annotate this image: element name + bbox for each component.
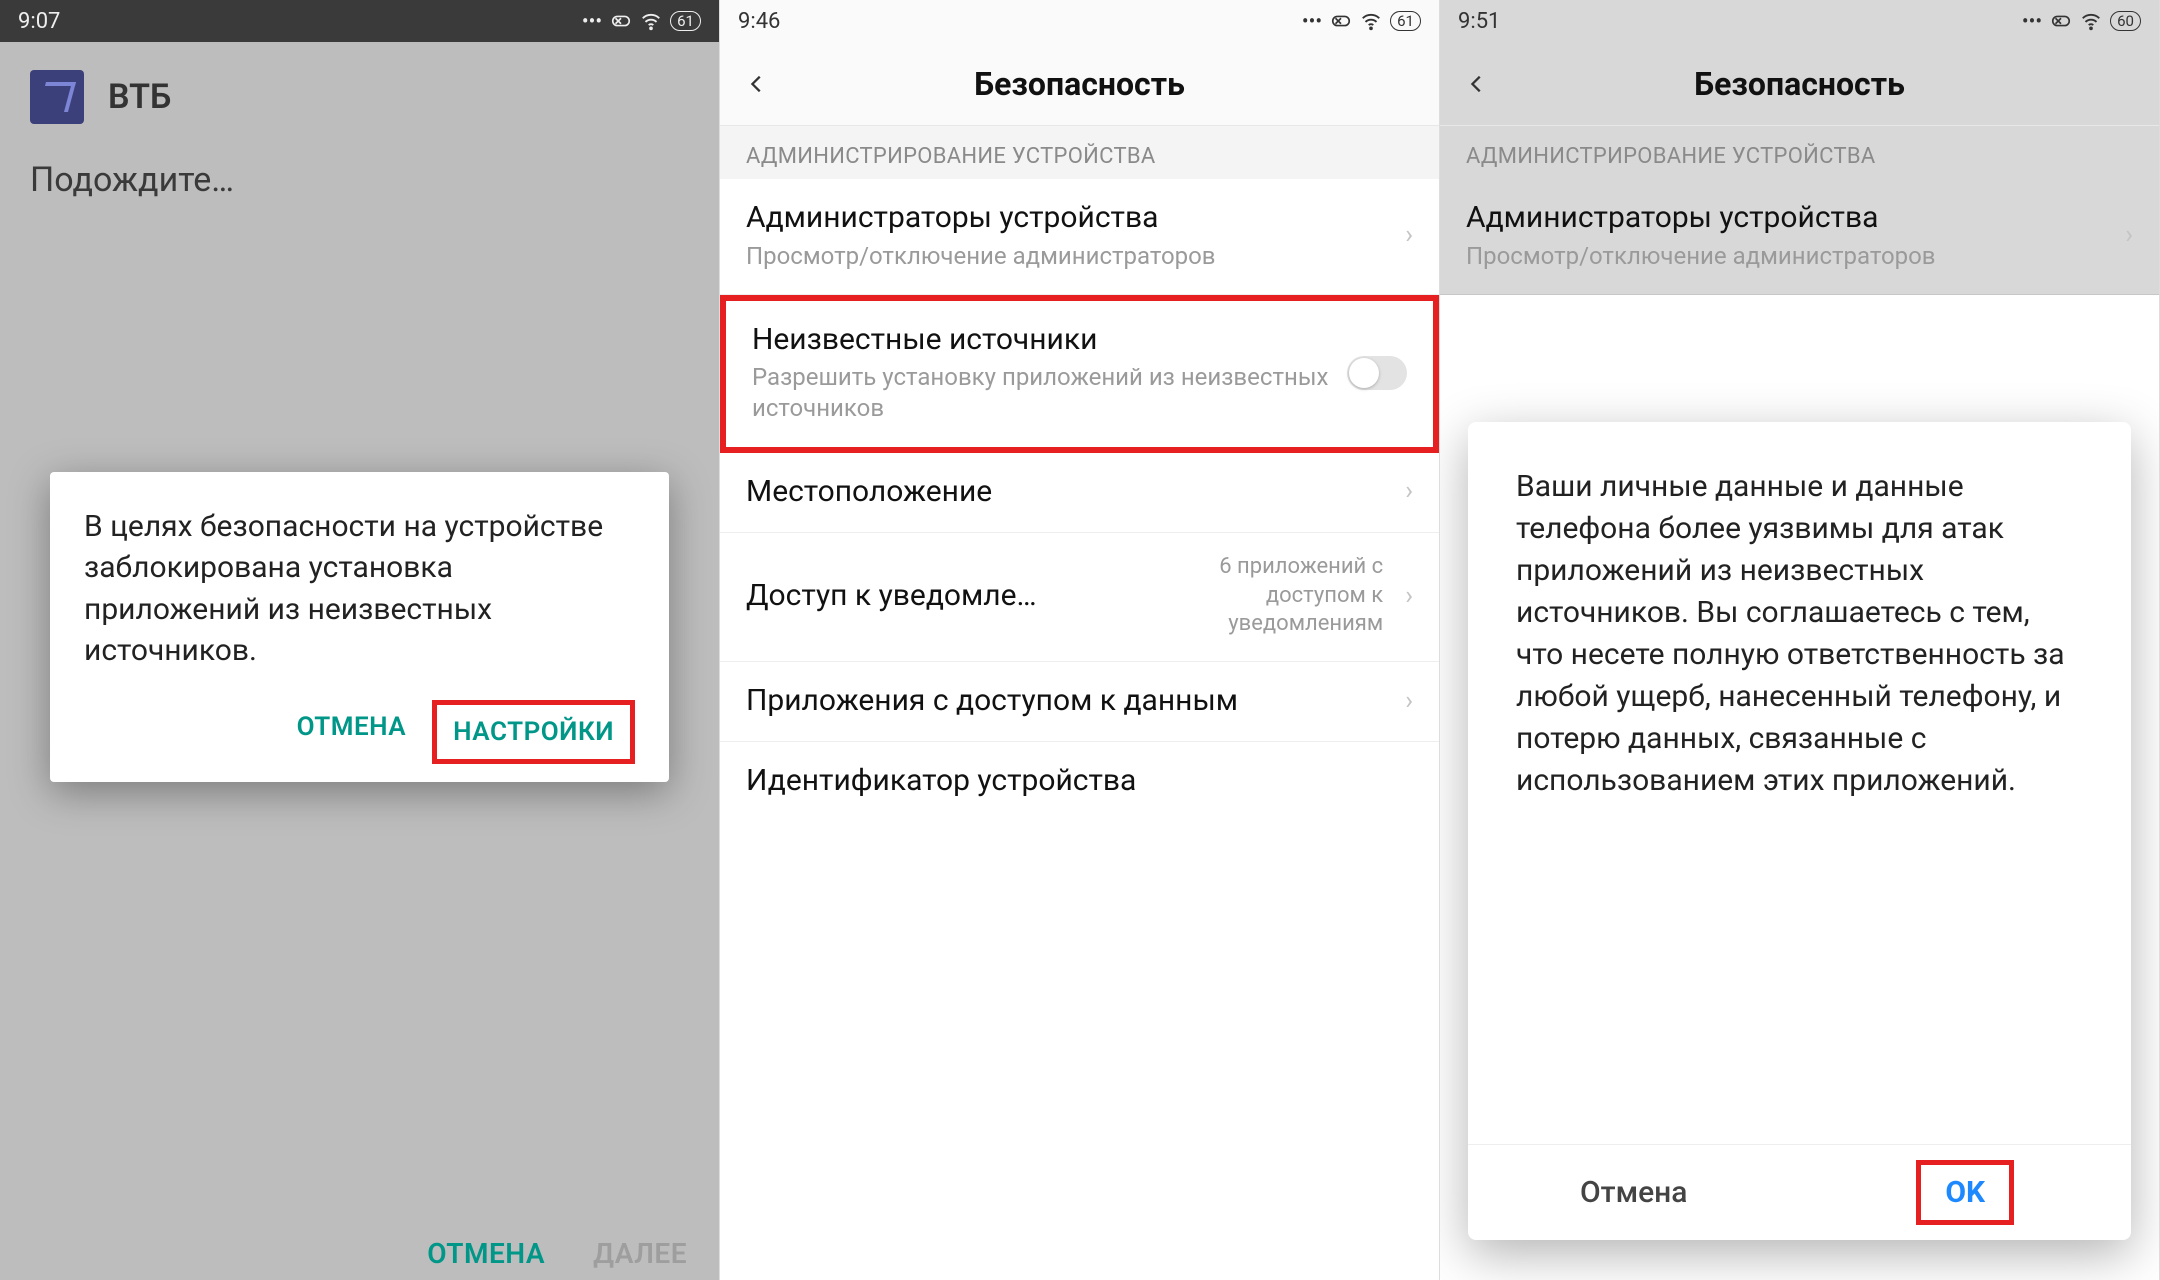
installer-bottom-actions: ОТМЕНА ДАЛЕЕ [427, 1237, 687, 1270]
page-title: Безопасность [974, 65, 1185, 103]
status-right: ••• 60 [2022, 9, 2141, 33]
unknown-sources-item[interactable]: Неизвестные источники Разрешить установк… [720, 295, 1439, 453]
unknown-sources-confirm-dialog: Ваши личные данные и данные телефона бол… [1468, 422, 2131, 1240]
dialog-actions: ОТМЕНА НАСТРОЙКИ [84, 700, 635, 764]
notification-access-item[interactable]: Доступ к уведомле… 6 приложений с доступ… [720, 533, 1439, 662]
settings-list: АДМИНИСТРИРОВАНИЕ УСТРОЙСТВА Администрат… [720, 126, 1439, 1280]
back-button[interactable] [736, 54, 778, 114]
item-title: Идентификатор устройства [746, 762, 1413, 800]
chevron-right-icon: › [1405, 581, 1413, 611]
item-title: Местоположение [746, 473, 1383, 511]
status-bar: 9:07 ••• 61 [0, 0, 719, 42]
back-button[interactable] [1456, 54, 1498, 114]
location-item[interactable]: Местоположение › [720, 453, 1439, 534]
wifi-icon [640, 10, 662, 32]
chevron-left-icon [746, 73, 768, 95]
section-header: АДМИНИСТРИРОВАНИЕ УСТРОЙСТВА [720, 126, 1439, 179]
dialog-message: Ваши личные данные и данные телефона бол… [1468, 422, 2131, 1144]
item-title: Доступ к уведомле… [746, 577, 1145, 615]
ok-button[interactable]: OK [1916, 1160, 2014, 1225]
item-title: Администраторы устройства [746, 199, 1383, 237]
status-bar: 9:51 ••• 60 [1440, 0, 2159, 42]
screen-body: ВТБ Подождите… В целях безопасности на у… [0, 42, 719, 1280]
item-title: Неизвестные источники [752, 321, 1329, 359]
installer-cancel-button[interactable]: ОТМЕНА [427, 1237, 545, 1270]
status-time: 9:51 [1458, 9, 1500, 34]
phone-screen-3: 9:51 ••• 60 Безопасность АДМИНИСТРИРОВАН… [1440, 0, 2160, 1280]
device-id-item[interactable]: Идентификатор устройства [720, 742, 1439, 822]
battery-indicator: 60 [2110, 11, 2141, 31]
waiting-text: Подождите… [0, 136, 719, 224]
item-value: 6 приложений с доступом к уведомлениям [1163, 553, 1383, 639]
battery-indicator: 61 [670, 11, 701, 31]
item-subtitle: Разрешить установку приложений из неизве… [752, 362, 1329, 424]
voicemail-icon [1330, 10, 1352, 32]
status-right: ••• 61 [582, 9, 701, 33]
dimmed-background: Безопасность АДМИНИСТРИРОВАНИЕ УСТРОЙСТВ… [1440, 42, 2159, 295]
chevron-right-icon: › [2125, 220, 2133, 250]
cancel-button[interactable]: Отмена [1468, 1145, 1800, 1240]
item-title: Приложения с доступом к данным [746, 682, 1383, 720]
app-logo-icon [30, 70, 84, 124]
item-title: Администраторы устройства [1466, 199, 2103, 237]
status-time: 9:46 [738, 9, 780, 34]
more-icon: ••• [1302, 9, 1322, 33]
status-bar: 9:46 ••• 61 [720, 0, 1439, 42]
cancel-button[interactable]: ОТМЕНА [281, 700, 423, 764]
item-subtitle: Просмотр/отключение администраторов [1466, 241, 2103, 272]
app-name: ВТБ [108, 77, 171, 117]
section-header: АДМИНИСТРИРОВАНИЕ УСТРОЙСТВА [1440, 126, 2159, 179]
dialog-actions: Отмена OK [1468, 1144, 2131, 1240]
data-access-apps-item[interactable]: Приложения с доступом к данным › [720, 662, 1439, 743]
wifi-icon [1360, 10, 1382, 32]
chevron-right-icon: › [1405, 686, 1413, 716]
voicemail-icon [2050, 10, 2072, 32]
dialog-message: В целях безопасности на устройстве забло… [84, 506, 635, 672]
phone-screen-2: 9:46 ••• 61 Безопасность АДМИНИСТРИРОВАН… [720, 0, 1440, 1280]
chevron-right-icon: › [1405, 220, 1413, 250]
status-time: 9:07 [18, 9, 60, 34]
more-icon: ••• [582, 9, 602, 33]
voicemail-icon [610, 10, 632, 32]
chevron-right-icon: › [1405, 476, 1413, 506]
installer-next-button: ДАЛЕЕ [593, 1237, 687, 1270]
device-admins-item: Администраторы устройства Просмотр/отклю… [1440, 179, 2159, 295]
more-icon: ••• [2022, 9, 2042, 33]
ok-button-wrap: OK [1800, 1145, 2132, 1240]
status-right: ••• 61 [1302, 9, 1421, 33]
page-title: Безопасность [1694, 65, 1905, 103]
phone-screen-1: 9:07 ••• 61 ВТБ Подождите… В целях безоп… [0, 0, 720, 1280]
item-subtitle: Просмотр/отключение администраторов [746, 241, 1383, 272]
device-admins-item[interactable]: Администраторы устройства Просмотр/отклю… [720, 179, 1439, 295]
app-header: ВТБ [0, 42, 719, 136]
titlebar: Безопасность [720, 42, 1439, 126]
security-block-dialog: В целях безопасности на устройстве забло… [50, 472, 669, 782]
screen-body: Безопасность АДМИНИСТРИРОВАНИЕ УСТРОЙСТВ… [1440, 42, 2159, 1280]
settings-button[interactable]: НАСТРОЙКИ [432, 700, 635, 764]
battery-indicator: 61 [1390, 11, 1421, 31]
unknown-sources-toggle[interactable] [1347, 356, 1407, 390]
titlebar: Безопасность [1440, 42, 2159, 126]
wifi-icon [2080, 10, 2102, 32]
chevron-left-icon [1466, 73, 1488, 95]
